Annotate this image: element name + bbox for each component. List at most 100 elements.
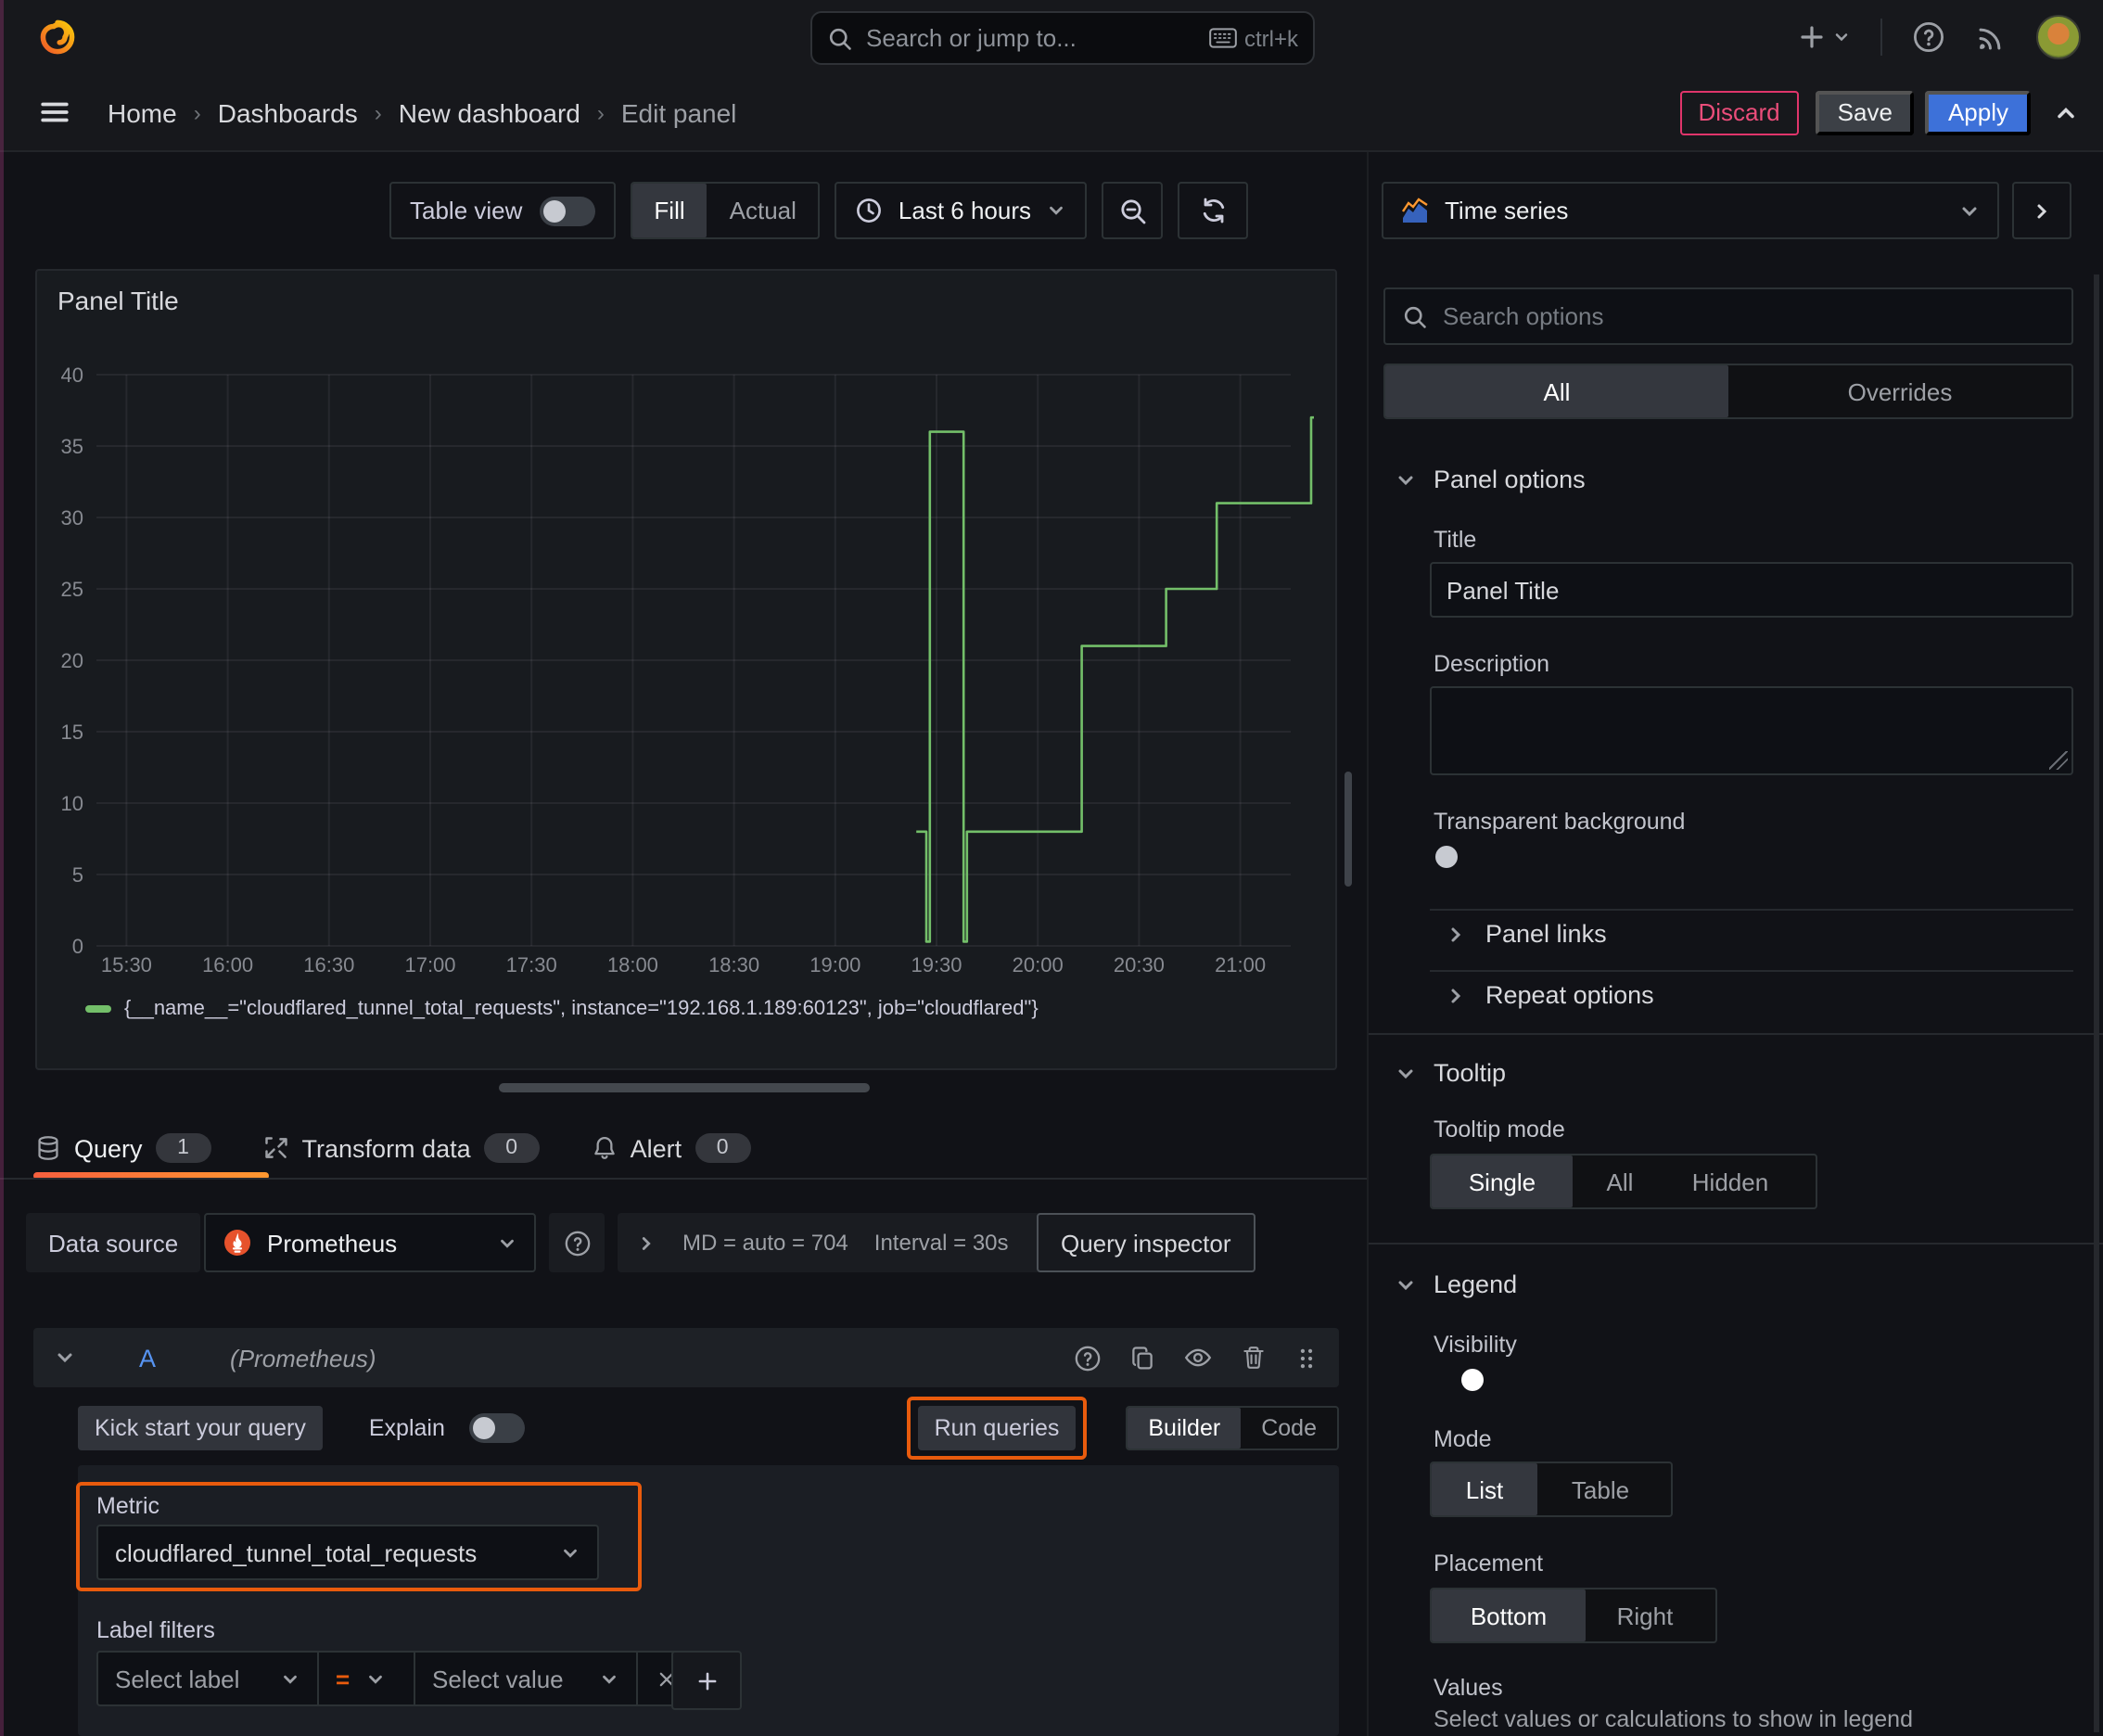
collapse-options-button[interactable] xyxy=(2012,182,2071,239)
description-textarea[interactable] xyxy=(1430,686,2073,775)
tooltip-mode-switch: Single All Hidden xyxy=(1430,1154,1817,1209)
table-view-toggle[interactable] xyxy=(539,196,595,225)
code-option[interactable]: Code xyxy=(1241,1408,1337,1449)
menu-toggle[interactable] xyxy=(39,74,70,150)
add-filter-button[interactable] xyxy=(671,1651,742,1710)
query-inspector-button[interactable]: Query inspector xyxy=(1037,1213,1255,1272)
tab-all[interactable]: All xyxy=(1385,365,1728,417)
time-range-picker[interactable]: Last 6 hours xyxy=(835,182,1087,239)
tab-transform-data[interactable]: Transform data 0 xyxy=(263,1118,540,1178)
actual-option[interactable]: Actual xyxy=(707,184,819,237)
chevron-down-icon xyxy=(1962,206,1977,216)
datasource-value: Prometheus xyxy=(267,1229,398,1257)
breadcrumb-dashboards[interactable]: Dashboards xyxy=(218,97,358,127)
breadcrumb-new-dashboard[interactable]: New dashboard xyxy=(399,97,580,127)
time-series-chart[interactable]: 0 5 10 15 20 25 30 35 40 15:30 16:00 16:30 17:00 17:3… xyxy=(37,271,1335,1068)
builder-option[interactable]: Builder xyxy=(1128,1408,1242,1449)
tab-transform-badge: 0 xyxy=(483,1133,540,1163)
breadcrumb-bar: Home › Dashboards › New dashboard › Edit… xyxy=(0,74,2103,152)
repeat-options-section[interactable]: Repeat options xyxy=(1445,981,1654,1009)
tooltip-single[interactable]: Single xyxy=(1432,1155,1573,1207)
help-icon[interactable] xyxy=(1074,1344,1102,1372)
clock-icon xyxy=(857,198,882,223)
placement-right[interactable]: Right xyxy=(1586,1589,1704,1641)
tooltip-hidden[interactable]: Hidden xyxy=(1667,1155,1793,1207)
chevron-down-icon xyxy=(368,1674,382,1683)
explain-toggle[interactable] xyxy=(468,1413,525,1443)
svg-text:15:30: 15:30 xyxy=(101,953,152,976)
svg-text:20:30: 20:30 xyxy=(1114,953,1165,976)
global-search[interactable]: Search or jump to... ctrl+k xyxy=(810,11,1315,65)
query-builder-body: Metric cloudflared_tunnel_total_requests… xyxy=(76,1465,1339,1736)
pane-resize-handle[interactable] xyxy=(499,1083,870,1092)
apply-button[interactable]: Apply xyxy=(1925,90,2031,134)
kick-start-button[interactable]: Kick start your query xyxy=(78,1406,323,1450)
eye-icon[interactable] xyxy=(1183,1343,1213,1372)
legend-mode-table[interactable]: Table xyxy=(1537,1463,1663,1515)
tab-query[interactable]: Query 1 xyxy=(35,1118,211,1178)
breadcrumb-home[interactable]: Home xyxy=(108,97,177,127)
rss-icon xyxy=(1979,27,2001,49)
tab-alert[interactable]: Alert 0 xyxy=(592,1118,751,1178)
news-button[interactable] xyxy=(1975,21,2007,53)
breadcrumb-chevron-icon: › xyxy=(596,99,605,125)
options-search[interactable]: Search options xyxy=(1383,287,2073,345)
title-input[interactable] xyxy=(1430,562,2073,618)
legend-mode-label: Mode xyxy=(1434,1426,1492,1452)
help-icon xyxy=(564,1230,590,1256)
tooltip-all[interactable]: All xyxy=(1573,1155,1667,1207)
new-menu-button[interactable] xyxy=(1797,22,1851,52)
timeseries-chart-icon xyxy=(1402,197,1428,222)
query-row-header[interactable]: A (Prometheus) xyxy=(33,1328,1339,1387)
tab-overrides[interactable]: Overrides xyxy=(1728,365,2071,417)
explain-label: Explain xyxy=(368,1415,445,1441)
edit-panel-main: Table view Fill Actual Last 6 hours Pane… xyxy=(0,152,1367,1736)
collapse-header-button[interactable] xyxy=(2053,99,2079,125)
tooltip-header[interactable]: Tooltip xyxy=(1395,1059,1506,1087)
refresh-button[interactable] xyxy=(1178,182,1248,239)
search-shortcut: ctrl+k xyxy=(1209,25,1298,51)
select-label-dropdown[interactable]: Select label xyxy=(98,1653,319,1704)
datasource-picker[interactable]: Prometheus xyxy=(204,1213,536,1272)
panel-links-section[interactable]: Panel links xyxy=(1445,920,1607,948)
chevron-right-icon xyxy=(1451,988,1461,1002)
zoom-out-button[interactable] xyxy=(1102,182,1163,239)
placement-bottom[interactable]: Bottom xyxy=(1432,1589,1586,1641)
breadcrumb-chevron-icon: › xyxy=(193,99,201,125)
legend-header[interactable]: Legend xyxy=(1395,1270,1517,1298)
legend-mode-list[interactable]: List xyxy=(1432,1463,1537,1515)
visualization-picker[interactable]: Time series xyxy=(1382,182,1999,239)
metric-label: Metric xyxy=(96,1493,160,1519)
select-value-dropdown[interactable]: Select value xyxy=(415,1653,638,1704)
copy-icon[interactable] xyxy=(1129,1345,1155,1371)
resize-handle-icon[interactable] xyxy=(2049,751,2068,770)
chart-legend-item[interactable]: {__name__="cloudflared_tunnel_total_requ… xyxy=(85,998,1039,1020)
plus-icon xyxy=(697,1671,716,1690)
drag-handle-icon[interactable] xyxy=(1294,1346,1319,1370)
scrollbar-thumb[interactable] xyxy=(1345,772,1352,887)
time-range-label: Last 6 hours xyxy=(898,197,1031,224)
discard-button[interactable]: Discard xyxy=(1679,90,1799,134)
sidebar-scrollbar[interactable] xyxy=(2094,274,2099,1732)
datasource-row: Data source Prometheus MD = auto = 704 I… xyxy=(0,1213,1367,1272)
description-label: Description xyxy=(1434,651,1550,677)
run-queries-button[interactable]: Run queries xyxy=(917,1406,1077,1450)
svg-text:10: 10 xyxy=(61,792,83,815)
divider xyxy=(1430,970,2073,972)
operator-dropdown[interactable]: = xyxy=(319,1653,415,1704)
save-button[interactable]: Save xyxy=(1815,90,1915,134)
query-options-summary[interactable]: MD = auto = 704 Interval = 30s xyxy=(618,1213,1059,1272)
datasource-help-button[interactable] xyxy=(549,1213,605,1272)
metric-select[interactable]: cloudflared_tunnel_total_requests xyxy=(96,1525,599,1580)
chevron-down-icon xyxy=(1398,475,1413,485)
panel-preview: Panel Title 0 5 10 15 20 25 30 35 40 15:30 16:00 16… xyxy=(35,269,1337,1070)
label-filters-label: Label filters xyxy=(96,1617,215,1643)
grafana-logo[interactable] xyxy=(37,17,78,57)
trash-icon[interactable] xyxy=(1241,1345,1267,1371)
help-button[interactable] xyxy=(1912,20,1945,54)
fill-option[interactable]: Fill xyxy=(631,184,707,237)
panel-options-header[interactable]: Panel options xyxy=(1395,466,1586,493)
chevron-down-icon xyxy=(284,1674,297,1683)
avatar[interactable] xyxy=(2036,15,2081,59)
table-view-label: Table view xyxy=(410,197,523,224)
